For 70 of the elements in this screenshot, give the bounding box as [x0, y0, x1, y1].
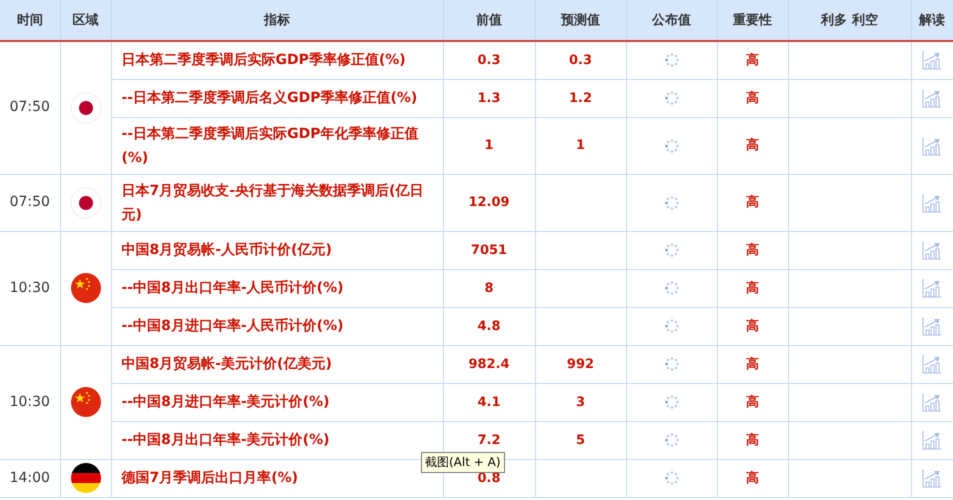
- loading-icon: [664, 196, 678, 210]
- previous-value: 7.2: [477, 432, 501, 448]
- flag-icon: [70, 272, 102, 304]
- loading-icon: [664, 319, 678, 333]
- column-header: 利多 利空: [788, 0, 911, 41]
- loading-icon: [664, 53, 678, 68]
- importance-text: 高: [746, 356, 759, 372]
- previous-value: 7051: [470, 242, 508, 258]
- column-header: 解读: [911, 0, 953, 41]
- loading-icon: [664, 433, 678, 447]
- forecast-value: 1: [576, 138, 586, 153]
- loading-icon: [664, 395, 678, 409]
- previous-value: 0.8: [477, 470, 501, 486]
- importance-text: 高: [746, 52, 759, 68]
- loading-icon: [664, 243, 678, 257]
- time-text: 14:00: [10, 470, 50, 486]
- chart-icon[interactable]: [922, 316, 942, 336]
- importance-text: 高: [746, 432, 759, 448]
- column-header: 前值: [443, 0, 535, 41]
- flag-icon: [70, 186, 102, 218]
- time-text: 07:50: [10, 99, 50, 116]
- column-header: 公布值: [626, 0, 717, 41]
- previous-value: 12.09: [468, 195, 510, 210]
- forecast-value: 992: [566, 356, 594, 372]
- previous-value: 0.3: [477, 52, 501, 68]
- forecast-value: 5: [576, 432, 586, 448]
- chart-icon[interactable]: [922, 88, 942, 108]
- time-text: 10:30: [10, 394, 50, 410]
- previous-value: 982.4: [468, 356, 510, 372]
- loading-icon: [664, 471, 678, 485]
- chart-icon[interactable]: [922, 240, 942, 260]
- column-header: 时间: [0, 0, 60, 41]
- forecast-value: 3: [576, 394, 586, 410]
- loading-icon: [664, 138, 678, 152]
- chart-icon[interactable]: [922, 136, 942, 156]
- loading-icon: [664, 91, 678, 105]
- chart-icon[interactable]: [922, 392, 942, 412]
- flag-icon: [70, 386, 102, 418]
- flag-icon: [70, 462, 102, 494]
- chart-icon[interactable]: [922, 468, 942, 488]
- flag-icon: [70, 92, 102, 124]
- previous-value: 1: [484, 138, 494, 153]
- chart-icon[interactable]: [922, 354, 942, 374]
- importance-text: 高: [746, 394, 759, 410]
- time-text: 10:30: [10, 280, 50, 296]
- chart-icon[interactable]: [922, 192, 942, 212]
- previous-value: 8: [484, 280, 494, 296]
- chart-icon[interactable]: [922, 278, 942, 298]
- column-header: 预测值: [535, 0, 626, 41]
- previous-value: 4.8: [477, 318, 501, 334]
- tooltip: 截图(Alt + A): [421, 452, 505, 473]
- time-text: 07:50: [10, 194, 50, 210]
- chart-icon[interactable]: [922, 430, 942, 450]
- importance-text: 高: [746, 470, 759, 486]
- previous-value: 4.1: [477, 394, 501, 410]
- importance-text: 高: [746, 90, 759, 106]
- importance-text: 高: [746, 242, 759, 258]
- loading-icon: [664, 281, 678, 295]
- column-header: 指标: [111, 0, 443, 41]
- column-header: 区域: [60, 0, 111, 41]
- previous-value: 1.3: [477, 90, 501, 106]
- importance-text: 高: [746, 318, 759, 334]
- loading-icon: [664, 357, 678, 371]
- importance-text: 高: [746, 195, 759, 210]
- importance-text: 高: [746, 280, 759, 296]
- importance-text: 高: [746, 138, 759, 153]
- forecast-value: 0.3: [568, 52, 592, 68]
- chart-icon[interactable]: [922, 50, 942, 70]
- column-header: 重要性: [717, 0, 788, 41]
- forecast-value: 1.2: [568, 90, 592, 106]
